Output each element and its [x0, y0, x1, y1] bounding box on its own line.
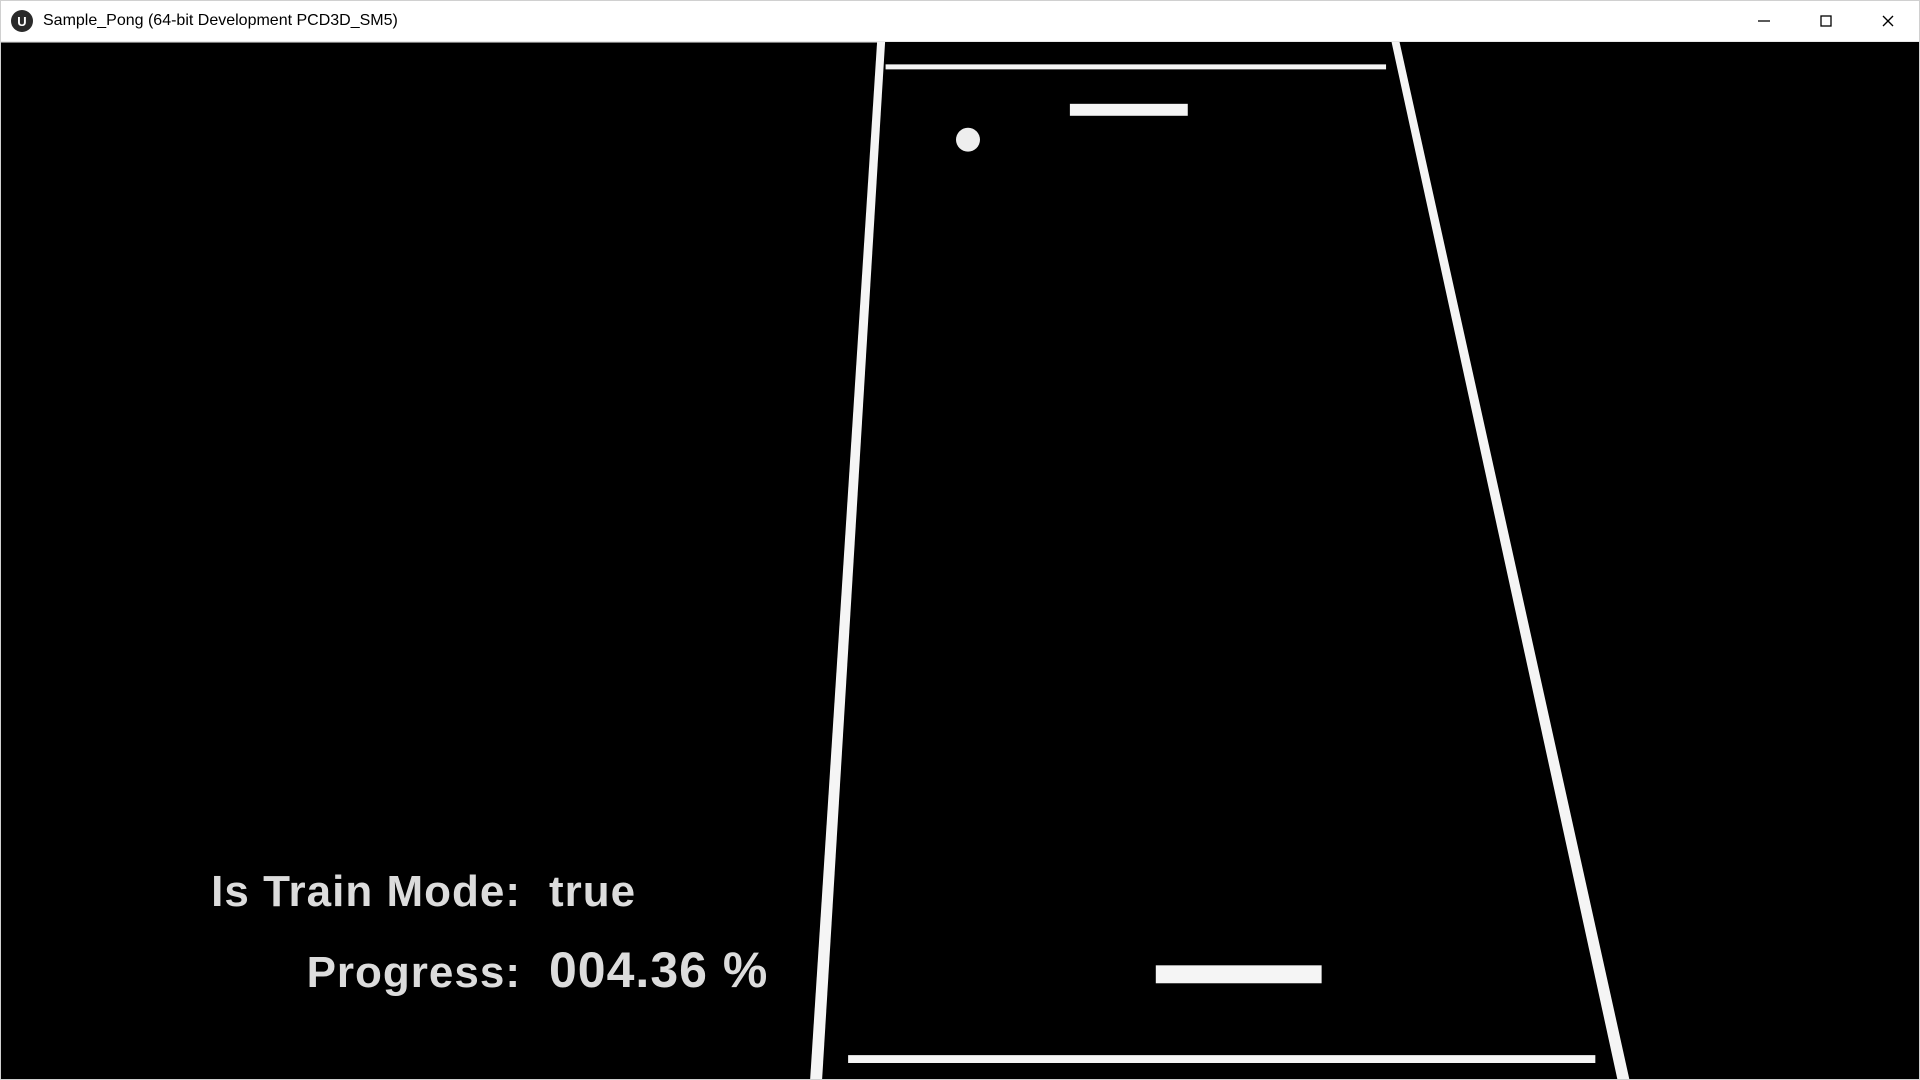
window-title: Sample_Pong (64-bit Development PCD3D_SM… [43, 12, 398, 30]
bottom-paddle [1156, 965, 1322, 983]
court-left-wall [810, 42, 885, 1079]
maximize-icon [1819, 14, 1833, 28]
window-controls [1733, 1, 1919, 41]
hud-progress-row: Progress: 004.36 % [191, 941, 768, 999]
hud: Is Train Mode: true Progress: 004.36 % [191, 843, 768, 999]
ball [956, 128, 980, 152]
train-mode-value: true [549, 867, 636, 917]
progress-value: 004.36 % [549, 941, 768, 999]
close-button[interactable] [1857, 1, 1919, 41]
titlebar-left: U Sample_Pong (64-bit Development PCD3D_… [1, 10, 398, 32]
titlebar[interactable]: U Sample_Pong (64-bit Development PCD3D_… [1, 1, 1919, 42]
train-mode-label: Is Train Mode: [191, 867, 521, 917]
game-viewport[interactable]: Is Train Mode: true Progress: 004.36 % [1, 42, 1919, 1079]
maximize-button[interactable] [1795, 1, 1857, 41]
window-frame: U Sample_Pong (64-bit Development PCD3D_… [0, 0, 1920, 1080]
hud-train-row: Is Train Mode: true [191, 867, 768, 917]
top-paddle [1070, 104, 1188, 116]
progress-label: Progress: [191, 948, 521, 998]
court-right-wall [1392, 42, 1630, 1079]
close-icon [1881, 14, 1895, 28]
app-icon: U [11, 10, 33, 32]
minimize-icon [1757, 14, 1771, 28]
minimize-button[interactable] [1733, 1, 1795, 41]
